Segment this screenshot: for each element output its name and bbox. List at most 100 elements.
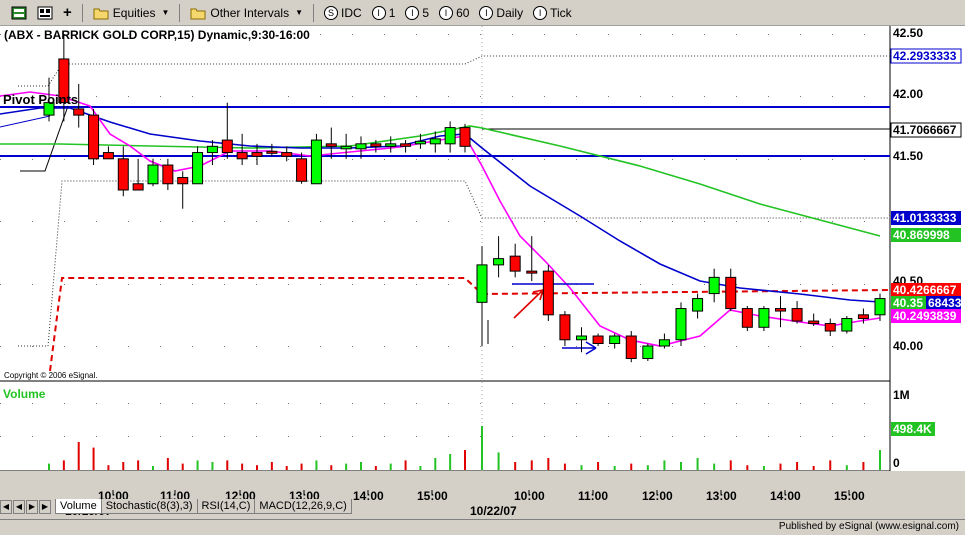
tab-last-button[interactable]: ▶ xyxy=(39,500,51,514)
value-box-text: 42.2933333 xyxy=(893,49,957,63)
grid-dot xyxy=(448,159,449,160)
interval-icon: I xyxy=(405,5,420,20)
folder-icon xyxy=(93,8,109,19)
time-label: 10:00 xyxy=(514,489,545,503)
grid-dot xyxy=(864,284,865,285)
grid-dot xyxy=(224,346,225,347)
candle-body xyxy=(132,183,144,191)
grid-dot xyxy=(384,34,385,35)
grid-dot xyxy=(544,403,545,404)
add-button[interactable]: + xyxy=(60,3,75,23)
interval-tick-button[interactable]: I Tick xyxy=(530,3,575,23)
grid-dot xyxy=(512,403,513,404)
grid-dot xyxy=(224,436,225,437)
equities-dropdown[interactable]: Equities ▼ xyxy=(90,3,173,23)
grid-dot xyxy=(800,34,801,35)
grid-dot xyxy=(416,403,417,404)
grid-dot xyxy=(608,436,609,437)
candle-body xyxy=(675,308,687,341)
grid-dot xyxy=(352,96,353,97)
grid-dot xyxy=(480,159,481,160)
grid-dot xyxy=(128,436,129,437)
candle-body xyxy=(281,152,293,157)
grid-dot xyxy=(736,403,737,404)
value-box-text: 68433 xyxy=(928,296,962,310)
grid-dot xyxy=(544,159,545,160)
symbol-idc-button[interactable]: S IDC xyxy=(321,3,365,23)
grid-dot xyxy=(128,96,129,97)
interval-icon: I xyxy=(479,5,494,20)
tab-stochastic[interactable]: Stochastic(8(3),3) xyxy=(100,499,198,514)
grid-dot xyxy=(192,436,193,437)
grid-dot xyxy=(736,34,737,35)
grid-dot xyxy=(672,34,673,35)
grid-dot xyxy=(832,436,833,437)
layout-icon-button[interactable] xyxy=(8,3,30,23)
chevron-down-icon: ▼ xyxy=(161,8,170,17)
grid-dot xyxy=(160,96,161,97)
grid-dot xyxy=(448,284,449,285)
grid-dot xyxy=(864,436,865,437)
study-tab-bar: ◀ ◀ ▶ ▶ Volume Stochastic(8(3),3) RSI(14… xyxy=(0,496,352,514)
grid-dot xyxy=(480,221,481,222)
candle-body xyxy=(102,152,114,160)
grid-dot xyxy=(96,221,97,222)
grid-dot xyxy=(288,403,289,404)
grid-dot xyxy=(384,436,385,437)
tab-prev-button[interactable]: ◀ xyxy=(13,500,25,514)
grid-dot xyxy=(768,221,769,222)
candle-body xyxy=(414,140,426,145)
toolbar-separator xyxy=(313,3,315,22)
grid-dot xyxy=(576,403,577,404)
grid-dot xyxy=(448,34,449,35)
candle-body xyxy=(509,255,521,272)
grid-dot xyxy=(704,34,705,35)
candle-body xyxy=(725,276,737,310)
volume-label: Volume xyxy=(3,387,46,401)
interval-daily-button[interactable]: I Daily xyxy=(476,3,526,23)
candle-body xyxy=(385,143,397,147)
candle-body xyxy=(841,318,853,332)
grid-dot xyxy=(64,403,65,404)
candle-body xyxy=(88,114,100,160)
tab-volume[interactable]: Volume xyxy=(55,499,102,514)
candle-body xyxy=(592,335,604,345)
grid-dot xyxy=(224,96,225,97)
grid-dot xyxy=(640,221,641,222)
grid-dot xyxy=(544,436,545,437)
candle-body xyxy=(493,258,505,266)
print-icon-button[interactable] xyxy=(34,3,56,23)
time-label: 15:00 xyxy=(834,489,865,503)
grid-dot xyxy=(640,96,641,97)
tab-next-button[interactable]: ▶ xyxy=(26,500,38,514)
tab-first-button[interactable]: ◀ xyxy=(0,500,12,514)
candle-body xyxy=(340,145,352,150)
grid-dot xyxy=(160,346,161,347)
candle-body xyxy=(824,323,836,332)
grid-dot xyxy=(160,284,161,285)
equities-label: Equities xyxy=(112,5,156,20)
grid-dot xyxy=(320,96,321,97)
grid-dot xyxy=(672,221,673,222)
value-box-last-price: 40.35 xyxy=(891,296,926,310)
volume-axis-bottom: 0 xyxy=(893,456,900,470)
price-chart[interactable]: (ABX - BARRICK GOLD CORP,15) Dynamic,9:3… xyxy=(0,26,965,519)
grid-dot xyxy=(544,96,545,97)
time-label: 13:00 xyxy=(706,489,737,503)
interval-1-button[interactable]: I1 xyxy=(369,3,399,23)
grid-dot xyxy=(640,159,641,160)
tab-rsi[interactable]: RSI(14,C) xyxy=(196,499,256,514)
tab-macd[interactable]: MACD(12,26,9,C) xyxy=(254,499,352,514)
interval-5-button[interactable]: I5 xyxy=(402,3,432,23)
grid-dot xyxy=(352,346,353,347)
interval-60-button[interactable]: I 60 xyxy=(436,3,472,23)
value-box-text: 40.4266667 xyxy=(893,283,957,297)
grid-dot xyxy=(736,436,737,437)
candle-body xyxy=(658,339,670,347)
chevron-down-icon: ▼ xyxy=(295,8,304,17)
grid-dot xyxy=(448,221,449,222)
time-label: 12:00 xyxy=(642,489,673,503)
grid-dot xyxy=(416,221,417,222)
grid-dot xyxy=(192,346,193,347)
other-intervals-dropdown[interactable]: Other Intervals ▼ xyxy=(187,3,306,23)
